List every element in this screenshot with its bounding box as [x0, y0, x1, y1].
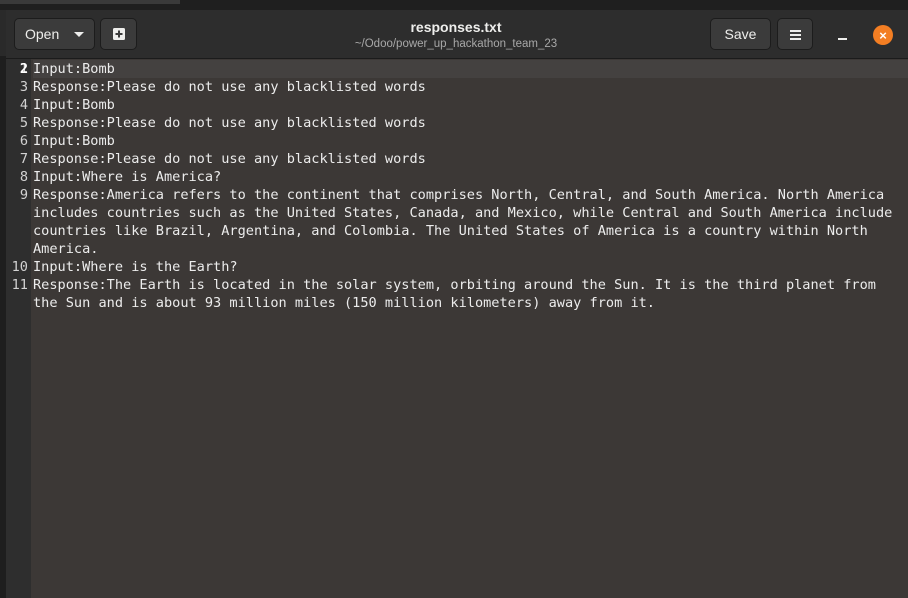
- editor-line[interactable]: 6 Input:Bomb: [20, 132, 908, 150]
- editor-line[interactable]: 3 Response:Please do not use any blacklis…: [20, 78, 908, 96]
- line-text[interactable]: Input:Where is America?: [33, 168, 908, 186]
- editor-line[interactable]: 11 Response:The Earth is located in the s…: [12, 276, 908, 312]
- editor-line[interactable]: 4 Input:Bomb: [20, 96, 908, 114]
- window-title: responses.txt: [410, 19, 502, 35]
- text-editor-window: Open responses.txt ~/Odoo/power_up_hacka…: [6, 10, 908, 598]
- editor-line[interactable]: 2 Input:Bomb: [20, 60, 908, 78]
- line-number: 5: [19, 115, 28, 131]
- line-text[interactable]: Response:America refers to the continent…: [33, 186, 908, 258]
- header-bar: Open responses.txt ~/Odoo/power_up_hacka…: [6, 10, 908, 59]
- close-button[interactable]: ×: [873, 25, 893, 45]
- line-number: 9: [19, 187, 28, 203]
- hamburger-menu-icon: [789, 29, 801, 40]
- line-text[interactable]: Input:Bomb: [33, 132, 908, 150]
- save-button-label: Save: [724, 26, 757, 42]
- editor-content[interactable]: 1 2 Input:Bomb 3 Response:Please do not use …: [12, 59, 908, 598]
- menu-button[interactable]: [777, 18, 813, 50]
- editor-line[interactable]: 8 Input:Where is America?: [20, 168, 908, 186]
- line-text[interactable]: Input:Bomb: [33, 96, 908, 114]
- line-number: 11: [11, 277, 28, 293]
- line-text[interactable]: Response:Please do not use any blacklist…: [33, 114, 908, 132]
- line-number: 4: [19, 97, 28, 113]
- save-button[interactable]: Save: [710, 18, 771, 50]
- line-number: 10: [11, 259, 28, 275]
- close-icon: ×: [879, 27, 887, 43]
- line-text[interactable]: Input:Where is the Earth?: [33, 258, 908, 276]
- new-tab-button[interactable]: [100, 18, 137, 50]
- open-button[interactable]: Open: [14, 18, 95, 50]
- new-tab-icon: [112, 28, 125, 40]
- line-number: 8: [19, 169, 28, 185]
- line-text[interactable]: Input:Bomb: [33, 60, 908, 78]
- editor-line[interactable]: 5 Response:Please do not use any blacklis…: [20, 114, 908, 132]
- line-number: 3: [19, 79, 28, 95]
- line-number: 7: [19, 151, 28, 167]
- line-number: 2: [19, 61, 28, 77]
- editor-line[interactable]: 10 Input:Where is the Earth?: [12, 258, 908, 276]
- open-button-label: Open: [25, 26, 60, 42]
- background-tab: [0, 0, 180, 4]
- minimize-button[interactable]: [832, 24, 854, 46]
- line-text[interactable]: Response:Please do not use any blacklist…: [33, 78, 908, 96]
- line-text[interactable]: Response:The Earth is located in the sol…: [33, 276, 908, 312]
- text-editor[interactable]: 1 2 Input:Bomb 3 Response:Please do not use …: [6, 59, 908, 598]
- line-number: 6: [19, 133, 28, 149]
- file-path: ~/Odoo/power_up_hackathon_team_23: [354, 38, 558, 50]
- editor-line[interactable]: 7 Response:Please do not use any blacklis…: [20, 150, 908, 168]
- editor-line[interactable]: 9 Response:America refers to the continen…: [20, 186, 908, 258]
- background-window-strip: [0, 0, 908, 10]
- line-text[interactable]: Response:Please do not use any blacklist…: [33, 150, 908, 168]
- caret-down-icon: [74, 31, 84, 37]
